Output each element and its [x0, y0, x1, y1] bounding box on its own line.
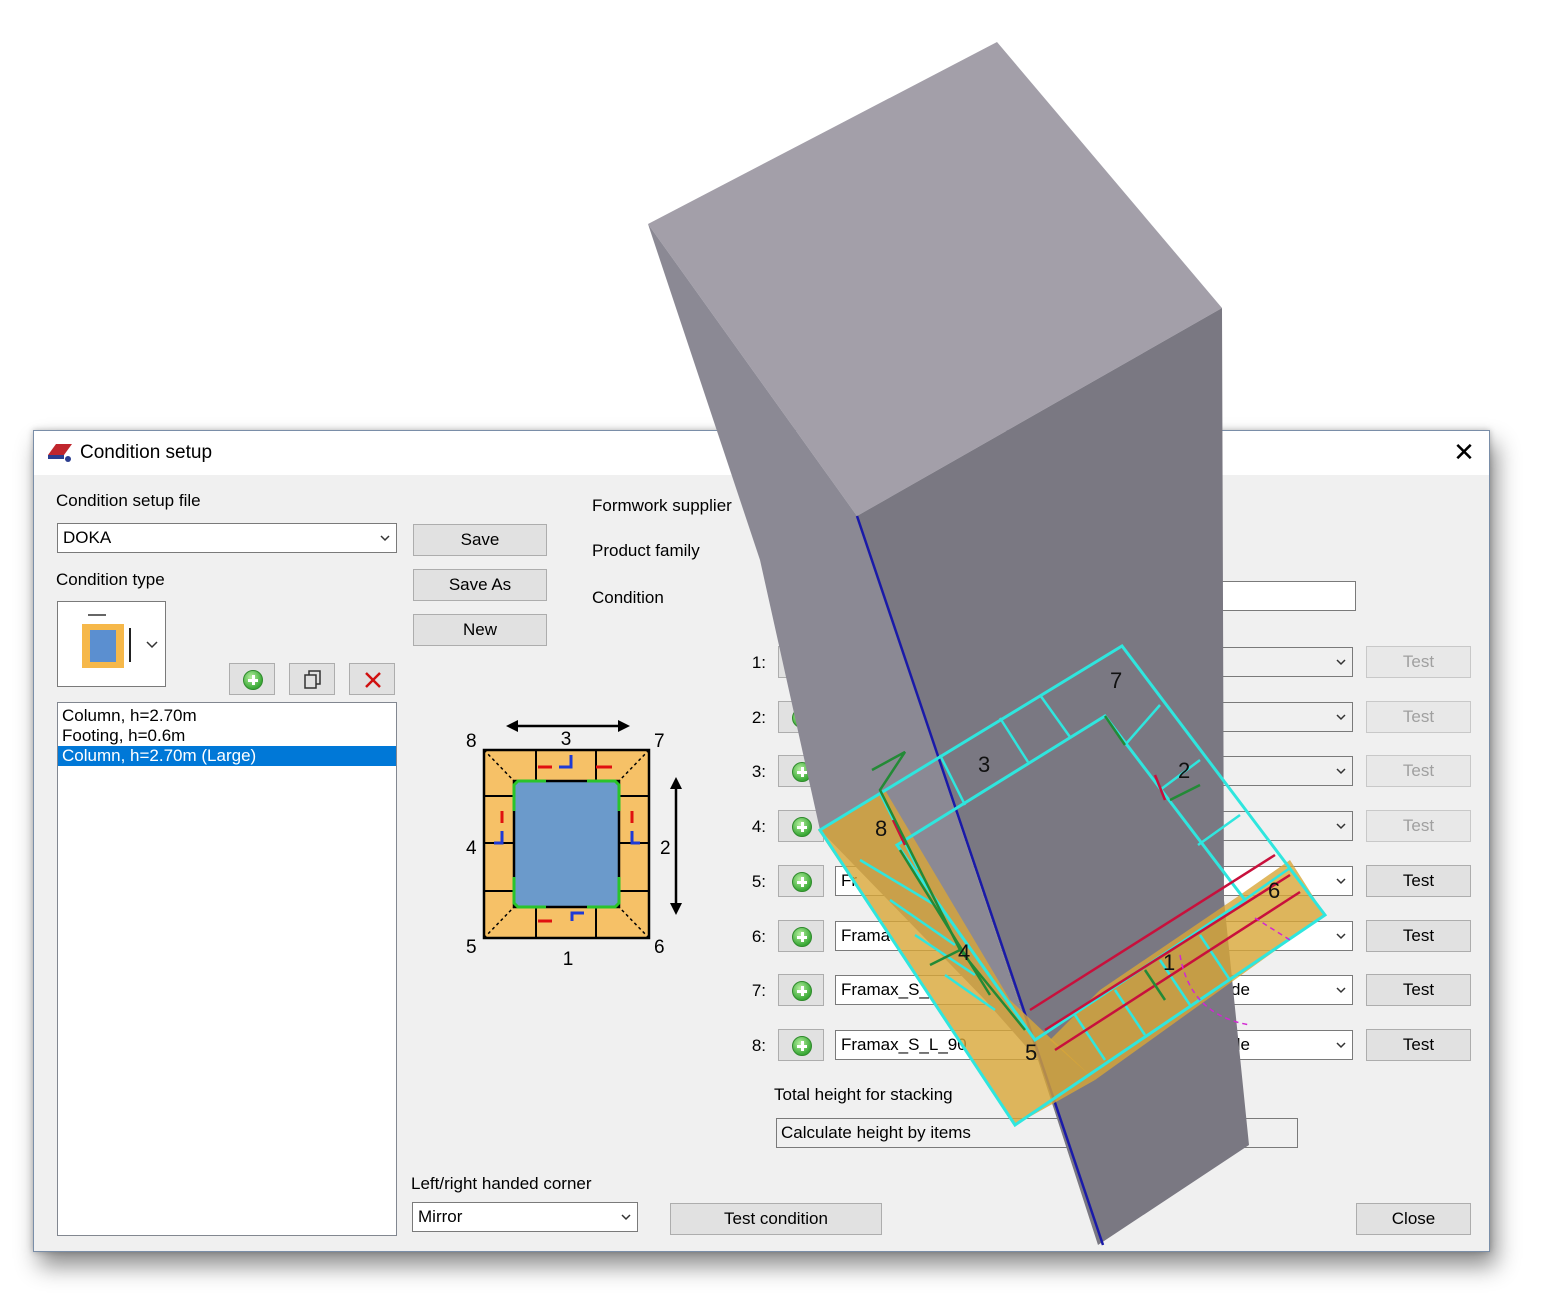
overlay-label-4: 4 [958, 940, 970, 965]
overlay-label-2: 2 [1178, 758, 1190, 783]
overlay-label-6: 6 [1268, 878, 1280, 903]
overlay-label-7: 7 [1110, 668, 1122, 693]
column-3d-overlay: 1 2 3 4 5 6 7 8 [648, 42, 1328, 1246]
overlay-label-5: 5 [1025, 1040, 1037, 1065]
overlay-label-8: 8 [875, 816, 887, 841]
overlay-label-3: 3 [978, 752, 990, 777]
overlay-label-1: 1 [1163, 950, 1175, 975]
